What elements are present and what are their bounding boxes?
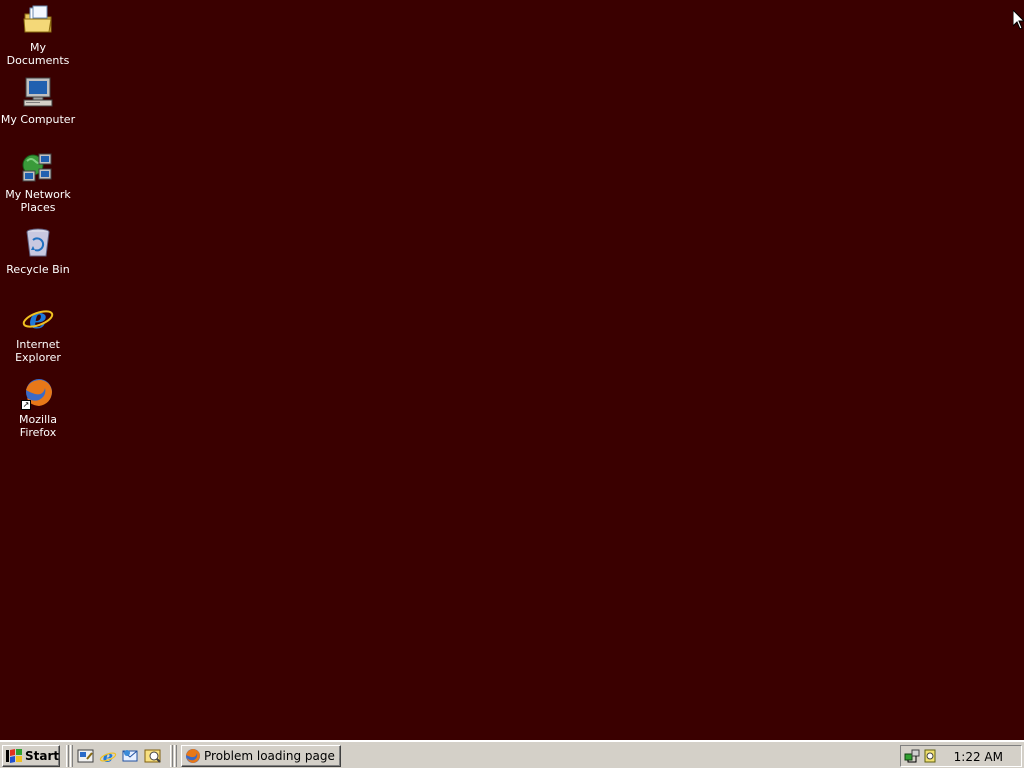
task-button-label: Problem loading page ...: [204, 749, 341, 763]
desktop-icon-internet-explorer[interactable]: e Internet Explorer: [0, 301, 76, 364]
desktop-icon-label: My Computer: [0, 113, 76, 126]
svg-text:e: e: [103, 747, 113, 765]
firefox-icon: ↗: [21, 376, 55, 410]
ie-icon: e: [21, 301, 55, 335]
quick-launch-grip[interactable]: [66, 745, 69, 767]
svg-text:e: e: [29, 302, 47, 335]
desktop-icon-label: Mozilla Firefox: [19, 413, 57, 439]
task-button-firefox[interactable]: Problem loading page ...: [181, 745, 341, 767]
taskbar: Start e Problem loading page ... 1:22 AM: [0, 740, 1024, 768]
taskbar-grip: [174, 745, 177, 767]
shortcut-arrow-icon: ↗: [21, 400, 31, 410]
computer-icon: [21, 76, 55, 110]
taskbar-grip[interactable]: [170, 745, 173, 767]
desktop-icon-label: My Documents: [6, 41, 70, 67]
outlook-icon[interactable]: [121, 747, 139, 765]
mouse-cursor-icon: [1012, 8, 1024, 30]
desktop-icon-label: My Network Places: [5, 188, 71, 214]
desktop-icon-label: Internet Explorer: [15, 338, 61, 364]
windows-logo-icon: [6, 749, 22, 763]
desktop-icon-mozilla-firefox[interactable]: ↗ Mozilla Firefox: [0, 376, 76, 439]
start-button[interactable]: Start: [2, 745, 60, 767]
clock[interactable]: 1:22 AM: [954, 750, 1003, 764]
system-tray: 1:22 AM: [900, 745, 1022, 767]
start-label: Start: [25, 749, 60, 763]
media-icon[interactable]: [144, 747, 162, 765]
desktop-icon-my-documents[interactable]: My Documents: [0, 4, 76, 67]
folder-documents-icon: [21, 4, 55, 38]
ie-icon[interactable]: e: [99, 747, 117, 766]
desktop-icon-my-computer[interactable]: My Computer: [0, 76, 76, 126]
recycle-bin-icon: [21, 226, 55, 260]
desktop-icon-recycle-bin[interactable]: Recycle Bin: [0, 226, 76, 276]
show-desktop-icon[interactable]: [77, 747, 95, 765]
desktop-icon-my-network-places[interactable]: My Network Places: [0, 151, 76, 214]
network-tray-icon[interactable]: [904, 748, 920, 764]
firefox-icon: [185, 748, 201, 764]
network-icon: [21, 151, 55, 185]
desktop-icon-label: Recycle Bin: [6, 263, 70, 276]
volume-tray-icon[interactable]: [923, 748, 939, 764]
desktop[interactable]: My Documents My Computer My Network Plac…: [0, 0, 1024, 740]
quick-launch-grip: [70, 745, 73, 767]
